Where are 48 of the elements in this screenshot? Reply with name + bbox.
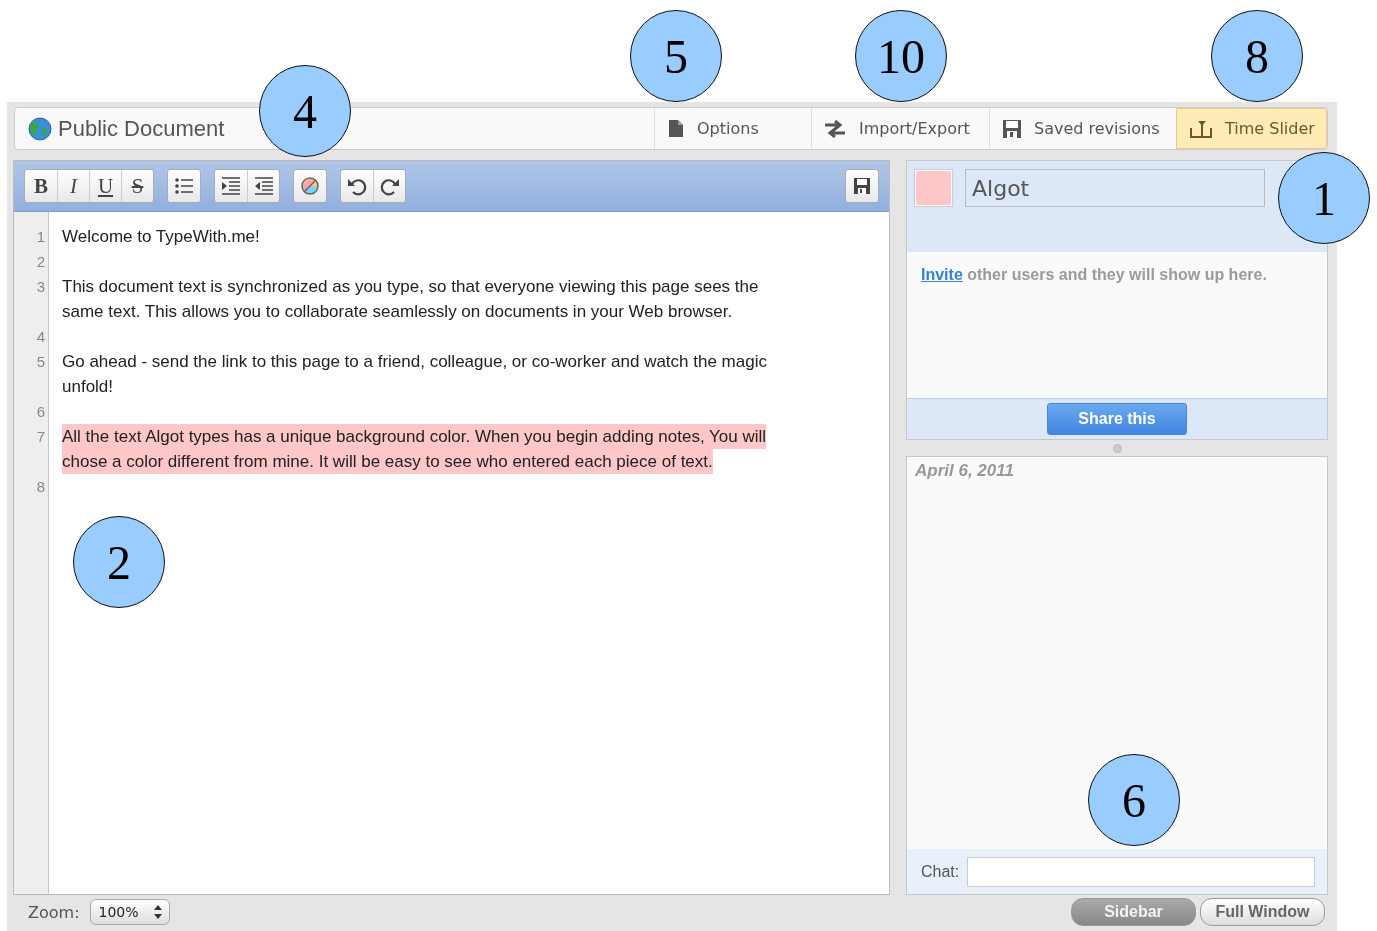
bullet-list-icon xyxy=(174,176,194,196)
callout-number: 5 xyxy=(630,10,722,102)
chat-label: Chat: xyxy=(921,862,960,881)
user-color-swatch[interactable] xyxy=(915,170,952,206)
slider-icon xyxy=(1190,119,1212,138)
line-number: 7 xyxy=(35,427,46,447)
redo-icon xyxy=(379,176,400,196)
text-line: same text. This allows you to collaborate seamlessly on documents in your Web browser. xyxy=(62,301,733,323)
callout-number: 8 xyxy=(1211,10,1303,102)
user-name-field[interactable]: Algot xyxy=(965,169,1265,207)
document-icon xyxy=(668,119,684,138)
text-line: Welcome to TypeWith.me! xyxy=(62,226,260,248)
line-number: 6 xyxy=(35,402,46,422)
toolbar-tab[interactable]: Saved revisions xyxy=(989,108,1176,149)
chat-date: April 6, 2011 xyxy=(915,461,1014,480)
toolbar-tab[interactable]: Import/Export xyxy=(811,108,989,149)
line-number: 2 xyxy=(35,252,46,272)
globe-icon xyxy=(28,116,52,141)
swap-arrows-icon xyxy=(825,119,846,138)
up-down-arrows-icon xyxy=(152,904,163,920)
underline-button[interactable]: U xyxy=(89,170,121,202)
chat-input[interactable] xyxy=(967,856,1315,887)
color-circle-icon xyxy=(300,176,320,196)
indent-icon xyxy=(221,176,241,196)
toolbar-tab[interactable]: Options xyxy=(654,108,811,149)
zoom-select[interactable]: 100% xyxy=(89,899,170,925)
invite-message: Invite other users and they will show up here. xyxy=(921,266,1267,283)
callout-number: 4 xyxy=(259,65,351,157)
toolbar-tab[interactable]: Time Slider xyxy=(1176,108,1327,149)
callout-number: 10 xyxy=(855,10,947,102)
line-number: 4 xyxy=(35,327,46,347)
line-number: 8 xyxy=(35,477,46,497)
text-line: unfold! xyxy=(62,376,114,398)
strikethrough-button[interactable]: S xyxy=(121,170,153,202)
text-line: This document text is synchronized as you type, so that everyone viewing this page sees the xyxy=(62,276,759,298)
italic-button[interactable]: I xyxy=(57,170,89,202)
zoom-label: Zoom: xyxy=(28,902,80,922)
line-number: 1 xyxy=(35,227,46,247)
bold-button[interactable]: B xyxy=(25,170,57,202)
text-line: Go ahead - send the link to this page to a friend, colleague, or co-worker and watch the magic xyxy=(62,351,767,373)
undo-icon xyxy=(347,176,367,196)
document-title: Public Document xyxy=(58,115,225,142)
line-number: 3 xyxy=(35,277,46,297)
view-button[interactable]: Full Window xyxy=(1200,898,1325,926)
invite-link[interactable]: Invite xyxy=(921,266,963,283)
line-number: 5 xyxy=(35,352,46,372)
resize-handle[interactable] xyxy=(1112,443,1122,453)
outdent-icon xyxy=(253,176,274,196)
